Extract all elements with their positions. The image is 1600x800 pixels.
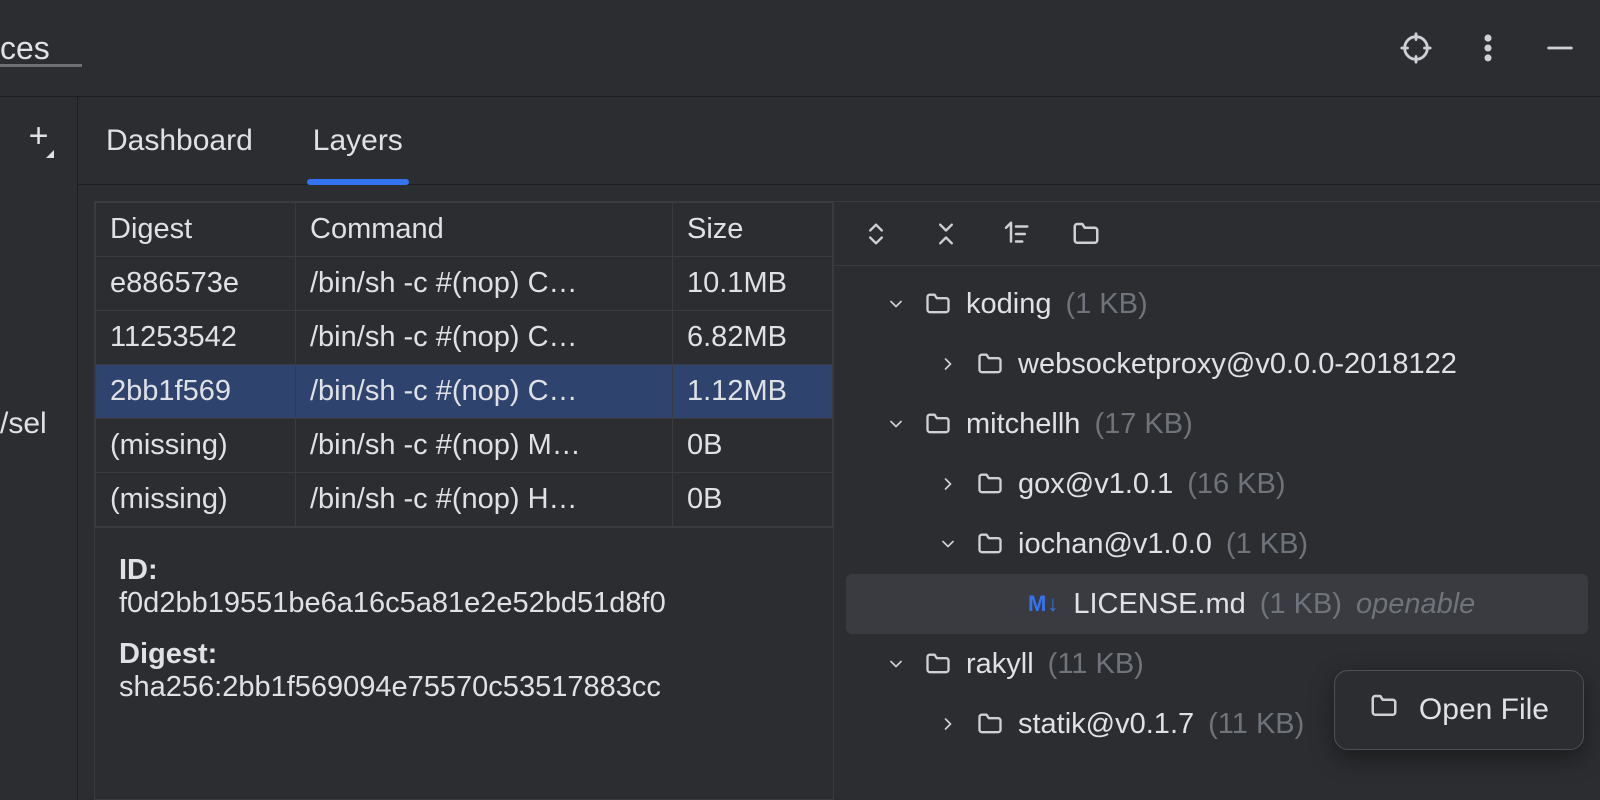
table-row[interactable]: e886573e/bin/sh -c #(nop) C…10.1MB [96,257,833,311]
node-size: (11 KB) [1048,648,1144,681]
cell-digest: (missing) [96,419,296,473]
node-name: websocketproxy@v0.0.0-2018122 [1018,348,1457,381]
cell-digest: (missing) [96,473,296,527]
node-size: (16 KB) [1187,468,1285,501]
folder-icon [976,470,1004,498]
tree-folder[interactable]: mitchellh (17 KB) [834,394,1600,454]
tab-bar: Dashboard Layers [78,97,1600,185]
details-id-label: ID: [119,554,809,587]
tree-toolbar [834,202,1600,266]
details-digest-value: sha256:2bb1f569094e75570c53517883cc [119,671,809,704]
node-name: mitchellh [966,408,1080,441]
details-digest-label: Digest: [119,638,809,671]
node-size: (11 KB) [1208,708,1304,741]
col-command[interactable]: Command [296,203,673,257]
folder-icon [976,710,1004,738]
chevron-right-icon[interactable] [934,714,962,734]
node-name: gox@v1.0.1 [1018,468,1173,501]
node-hint: openable [1356,588,1475,621]
context-menu[interactable]: Open File [1334,670,1584,750]
cell-size: 0B [673,419,833,473]
tab-layers[interactable]: Layers [313,97,403,184]
tree-folder[interactable]: iochan@v1.0.0 (1 KB) [834,514,1600,574]
left-gutter: + /sel [0,97,78,800]
expand-collapse-icon[interactable] [858,216,894,252]
folder-icon [924,410,952,438]
details-id-value: f0d2bb19551be6a16c5a81e2e52bd51d8f0 [119,587,809,620]
node-size: (1 KB) [1226,528,1308,561]
cell-digest: 2bb1f569 [96,365,296,419]
tree-folder[interactable]: websocketproxy@v0.0.0-2018122 [834,334,1600,394]
cell-size: 0B [673,473,833,527]
cell-command: /bin/sh -c #(nop) M… [296,419,673,473]
target-icon[interactable] [1396,28,1436,68]
folder-icon[interactable] [1068,216,1104,252]
col-digest[interactable]: Digest [96,203,296,257]
table-row[interactable]: (missing)/bin/sh -c #(nop) M…0B [96,419,833,473]
chevron-down-icon[interactable] [934,534,962,554]
top-bar: ces [0,0,1600,96]
layer-details: ID: f0d2bb19551be6a16c5a81e2e52bd51d8f0 … [95,527,833,724]
tree-folder[interactable]: gox@v1.0.1 (16 KB) [834,454,1600,514]
active-tool-indicator [0,64,82,67]
folder-icon [1369,691,1399,729]
cell-digest: e886573e [96,257,296,311]
cell-size: 10.1MB [673,257,833,311]
node-name: LICENSE.md [1073,588,1245,621]
layers-pane: Digest Command Size e886573e/bin/sh -c #… [94,201,834,800]
node-size: (17 KB) [1094,408,1192,441]
layers-table: Digest Command Size e886573e/bin/sh -c #… [95,202,833,527]
chevron-down-icon[interactable] [882,414,910,434]
node-name: koding [966,288,1051,321]
cell-size: 6.82MB [673,311,833,365]
table-row[interactable]: (missing)/bin/sh -c #(nop) H…0B [96,473,833,527]
cell-digest: 11253542 [96,311,296,365]
chevron-right-icon[interactable] [934,354,962,374]
col-size[interactable]: Size [673,203,833,257]
add-dropdown-corner-icon [46,150,54,158]
node-size: (1 KB) [1260,588,1342,621]
gutter-path-truncated: /sel [0,407,78,441]
minimize-icon[interactable] [1540,28,1580,68]
markdown-file-icon: M↓ [1028,591,1059,617]
tab-dashboard[interactable]: Dashboard [106,97,253,184]
cell-command: /bin/sh -c #(nop) C… [296,365,673,419]
node-name: statik@v0.1.7 [1018,708,1194,741]
file-tree-pane: koding (1 KB) websocketproxy@v0.0.0-20181… [834,201,1600,800]
tree-file[interactable]: M↓ LICENSE.md (1 KB) openable [846,574,1588,634]
folder-icon [924,650,952,678]
chevron-right-icon[interactable] [934,474,962,494]
add-button[interactable]: + [29,117,49,156]
table-row[interactable]: 11253542/bin/sh -c #(nop) C…6.82MB [96,311,833,365]
folder-icon [976,350,1004,378]
table-header-row: Digest Command Size [96,203,833,257]
node-size: (1 KB) [1065,288,1147,321]
cell-command: /bin/sh -c #(nop) H… [296,473,673,527]
table-row[interactable]: 2bb1f569/bin/sh -c #(nop) C…1.12MB [96,365,833,419]
collapse-all-icon[interactable] [928,216,964,252]
topbar-title-truncated: ces [0,30,82,67]
node-name: iochan@v1.0.0 [1018,528,1212,561]
folder-icon [976,530,1004,558]
node-name: rakyll [966,648,1034,681]
cell-size: 1.12MB [673,365,833,419]
chevron-down-icon[interactable] [882,654,910,674]
cell-command: /bin/sh -c #(nop) C… [296,257,673,311]
context-open-file[interactable]: Open File [1419,693,1549,727]
more-vertical-icon[interactable] [1468,28,1508,68]
folder-icon [924,290,952,318]
sort-icon[interactable] [998,216,1034,252]
chevron-down-icon[interactable] [882,294,910,314]
cell-command: /bin/sh -c #(nop) C… [296,311,673,365]
tree-folder[interactable]: koding (1 KB) [834,274,1600,334]
